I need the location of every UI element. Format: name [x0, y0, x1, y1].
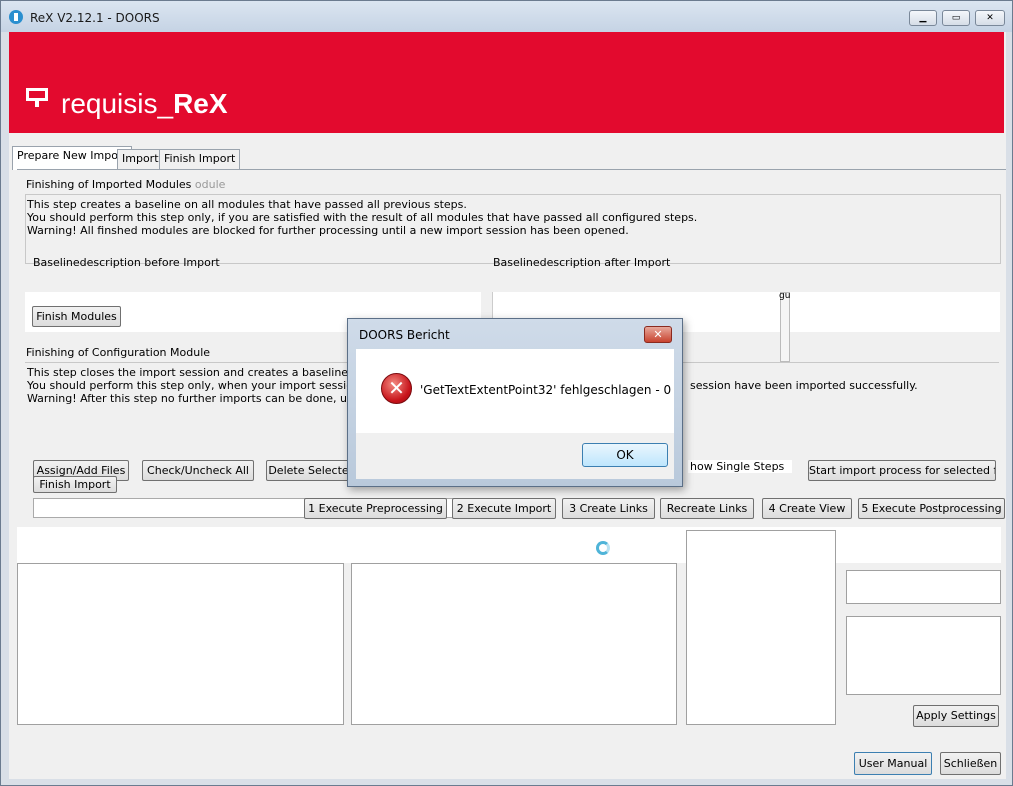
finishing-config-title: Finishing of Configuration Module	[26, 346, 211, 359]
logo-monitor-icon	[26, 88, 48, 101]
create-view-button[interactable]: 4 Create View	[762, 498, 852, 519]
title-bar: ReX V2.12.1 - DOORS ▁ ▭ ✕	[1, 1, 1012, 32]
finish-import-button[interactable]: Finish Import	[33, 476, 117, 493]
tab-import[interactable]: Import	[117, 149, 164, 169]
rex-window: ReX V2.12.1 - DOORS ▁ ▭ ✕ requisis_ReX P…	[0, 0, 1013, 786]
user-manual-button[interactable]: User Manual	[854, 752, 932, 775]
finish-modules-button[interactable]: Finish Modules	[32, 306, 121, 327]
recreate-links-button[interactable]: Recreate Links	[660, 498, 754, 519]
maximize-icon: ▭	[951, 13, 961, 23]
files-panel[interactable]	[351, 563, 677, 725]
tab-prepare-new-import[interactable]: Prepare New Import	[12, 146, 132, 170]
window-title: ReX V2.12.1 - DOORS	[30, 11, 160, 25]
logo-bold: ReX	[173, 88, 228, 119]
tab-finish-import[interactable]: Finish Import	[159, 149, 241, 169]
banner: requisis_ReX	[9, 32, 1004, 133]
minimize-icon: ▁	[919, 13, 927, 23]
finishing-modules-title: Finishing of Imported Modules odule	[26, 178, 226, 191]
maximize-button[interactable]: ▭	[942, 10, 970, 26]
finishing-modules-line-3: Warning! All finshed modules are blocked…	[27, 224, 629, 237]
close-icon: ✕	[653, 328, 663, 341]
finishing-modules-line-2: You should perform this step only, if yo…	[27, 211, 698, 224]
logo-text: requisis_ReX	[61, 88, 228, 120]
dialog-body: ✕ 'GetTextExtentPoint32' fehlgeschlagen …	[356, 349, 674, 479]
close-button[interactable]: Schließen	[940, 752, 1001, 775]
minimize-button[interactable]: ▁	[909, 10, 937, 26]
show-single-steps-checkbox[interactable]: how Single Steps	[688, 460, 793, 473]
check-uncheck-all-button[interactable]: Check/Uncheck All	[142, 460, 254, 481]
finishing-modules-line-1: This step creates a baseline on all modu…	[27, 198, 467, 211]
ok-button[interactable]: OK	[582, 443, 668, 467]
execute-postprocessing-button[interactable]: 5 Execute Postprocessing	[858, 498, 1005, 519]
settings-panel-top[interactable]	[846, 570, 1001, 604]
logo-stand	[35, 101, 39, 107]
status-panel[interactable]	[686, 530, 836, 725]
close-window-button[interactable]: ✕	[975, 10, 1005, 26]
dialog-close-button[interactable]: ✕	[644, 326, 672, 343]
logo-prefix: requisis_	[61, 88, 174, 119]
execute-import-button[interactable]: 2 Execute Import	[452, 498, 556, 519]
modules-panel[interactable]	[17, 563, 344, 725]
log-header-strip	[17, 527, 1001, 563]
app-icon	[9, 10, 23, 24]
delete-selected-button[interactable]: Delete Selected	[266, 460, 358, 481]
baseline-after-scrollbar[interactable]	[780, 292, 790, 362]
create-links-button[interactable]: 3 Create Links	[562, 498, 655, 519]
finishing-config-line-2-right: session have been imported successfully.	[690, 379, 918, 392]
dialog-message: 'GetTextExtentPoint32' fehlgeschlagen - …	[420, 383, 672, 397]
baseline-before-label: Baselinedescription before Import	[33, 256, 220, 269]
settings-panel-bottom[interactable]	[846, 616, 1001, 695]
apply-settings-button[interactable]: Apply Settings	[913, 705, 999, 727]
finishing-config-line-2: You should perform this step only, when …	[27, 379, 357, 392]
error-dialog: DOORS Bericht ✕ ✕ 'GetTextExtentPoint32'…	[347, 318, 683, 487]
finishing-config-line-1: This step closes the import session and …	[27, 366, 357, 379]
execute-preprocessing-button[interactable]: 1 Execute Preprocessing	[304, 498, 447, 519]
ghost-text: gu	[779, 291, 791, 301]
dialog-title: DOORS Bericht	[359, 328, 450, 342]
start-import-selected-button[interactable]: Start import process for selected files	[808, 460, 996, 481]
busy-spinner-icon	[596, 541, 610, 555]
baseline-after-label: Baselinedescription after Import	[493, 256, 671, 269]
close-icon: ✕	[986, 13, 994, 23]
finishing-config-line-3: Warning! After this step no further impo…	[27, 392, 357, 405]
error-icon: ✕	[381, 373, 412, 404]
